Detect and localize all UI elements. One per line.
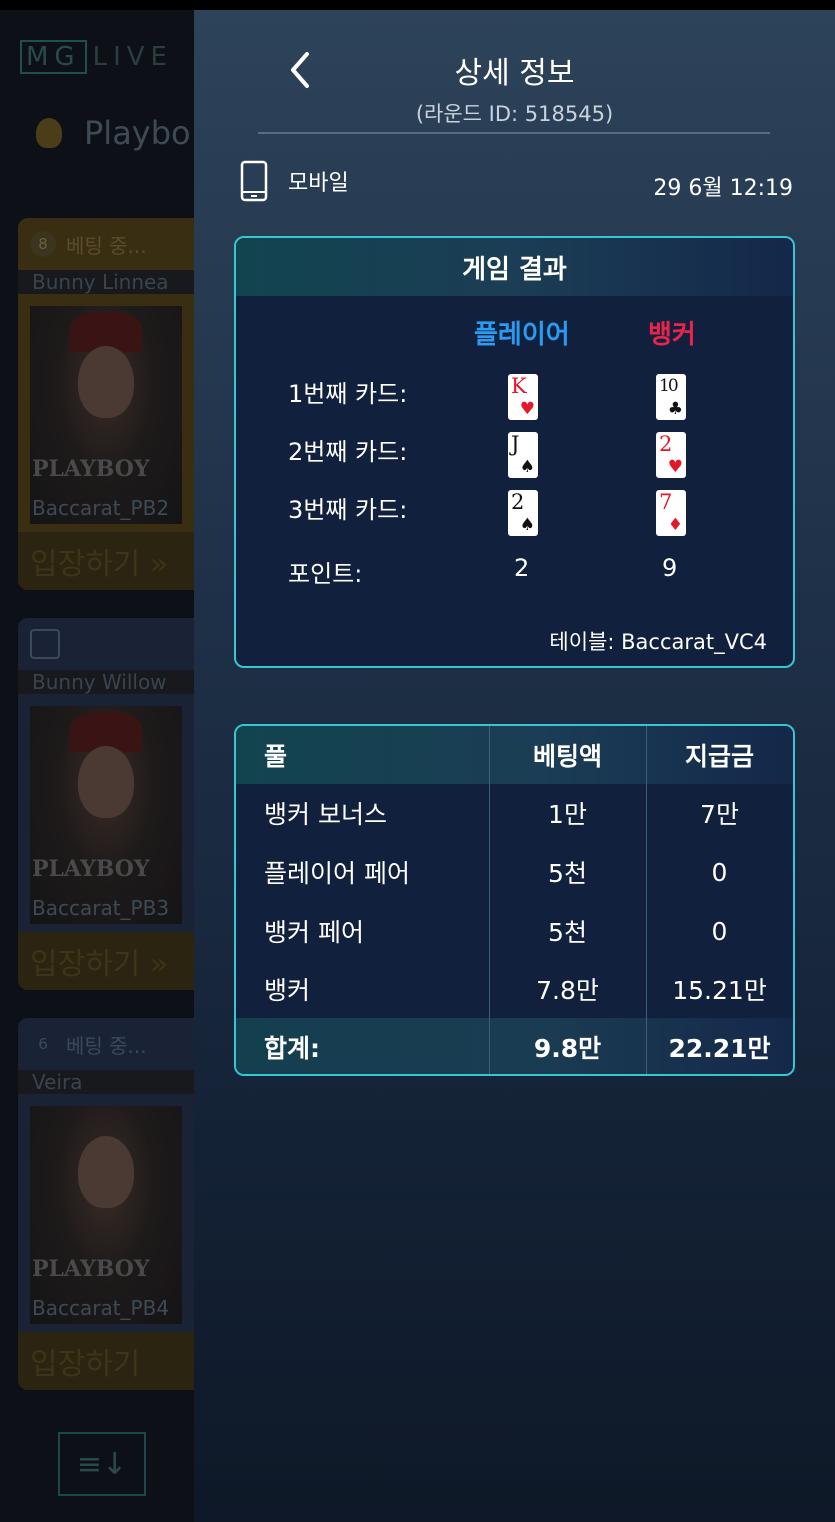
lobby-brand-label: Playbo (84, 114, 191, 152)
round-datetime: 29 6월 12:19 (653, 176, 793, 201)
card-rank: 2 (659, 432, 673, 456)
banker-card-3: 7 ♦ (656, 490, 686, 536)
heart-suit-icon: ♥ (519, 399, 535, 419)
table-tile[interactable]: Bunny Willow PLAYBOY Baccarat_PB3 입장하기 » (18, 618, 194, 990)
card-rank: 2 (511, 490, 525, 514)
pool-name: 뱅커 (264, 976, 311, 1005)
tile-table-name: Baccarat_PB2 (32, 496, 170, 520)
diamond-suit-icon: ♦ (667, 515, 683, 535)
table-name: 테이블: Baccarat_VC4 (549, 630, 767, 654)
payout: 0 (711, 916, 728, 946)
card-rank: K (511, 374, 527, 398)
device-info: 모바일 (240, 160, 349, 202)
total-payout: 22.21만 (668, 1034, 771, 1063)
bet-amount: 7.8만 (536, 976, 599, 1005)
logo-box-text: MG (20, 40, 87, 74)
tile-table-name: Baccarat_PB3 (32, 896, 170, 920)
page-title: 상세 정보 (454, 56, 575, 91)
table-row: 뱅커 페어 5천 0 (236, 902, 793, 960)
card-rank: 10 (659, 376, 679, 396)
playboy-watermark: PLAYBOY (32, 456, 150, 482)
tile-table-name: Baccarat_PB4 (32, 1296, 170, 1320)
bet-table-header: 풀 베팅액 지급금 (236, 726, 793, 784)
banker-card-1: 10 ♣ (656, 374, 686, 420)
tile-status: 베팅 중... (66, 1033, 147, 1058)
card-rank: J (511, 432, 520, 456)
pool-name: 플레이어 페어 (264, 859, 410, 888)
tile-count: 6 (38, 1035, 48, 1053)
bet-table: 풀 베팅액 지급금 뱅커 보너스 1만 7만 플레이어 페어 5천 0 뱅커 페… (234, 724, 795, 1076)
banker-column-header: 뱅커 (648, 320, 696, 350)
player-card-2: J ♠ (508, 432, 538, 478)
banker-card-2: 2 ♥ (656, 432, 686, 478)
player-card-1: K ♥ (508, 374, 538, 420)
tile-dealer-name: Veira (18, 1070, 194, 1094)
tile-count: 8 (30, 231, 56, 257)
card-row-label: 1번째 카드: (288, 380, 408, 408)
card-row-label: 3번째 카드: (288, 496, 408, 524)
bet-amount: 5천 (548, 918, 587, 947)
player-points: 2 (514, 554, 530, 582)
table-tile[interactable]: 8 베팅 중... Bunny Linnea PLAYBOY Baccarat_… (18, 218, 194, 590)
card-rank: 7 (659, 490, 673, 514)
game-result-title: 게임 결과 (236, 238, 793, 296)
table-tile[interactable]: 6 베팅 중... Veira PLAYBOY Baccarat_PB4 입장하… (18, 1018, 194, 1390)
tile-enter-button[interactable]: 입장하기 (18, 1332, 194, 1390)
payout: 15.21만 (672, 976, 767, 1005)
tile-dealer-name: Bunny Willow (18, 670, 194, 694)
lobby-background: MG LIVE Playbo 8 베팅 중... Bunny Linnea PL… (0, 10, 194, 1522)
dealer-photo (30, 1106, 182, 1324)
spade-suit-icon: ♠ (519, 457, 535, 477)
favorite-icon (30, 629, 60, 659)
logo-text: LIVE (92, 42, 173, 72)
pool-name: 뱅커 보너스 (264, 800, 387, 829)
column-divider (646, 726, 647, 1074)
payout: 0 (711, 857, 728, 887)
player-card-3: 2 ♠ (508, 490, 538, 536)
banker-points: 9 (662, 554, 678, 582)
game-result-box: 게임 결과 플레이어 뱅커 1번째 카드: K ♥ 10 ♣ 2번째 카드: J… (234, 236, 795, 668)
header-pool: 풀 (264, 742, 288, 771)
column-divider (489, 726, 490, 1074)
table-row: 뱅커 7.8만 15.21만 (236, 960, 793, 1018)
dealer-photo (30, 706, 182, 924)
bet-amount: 5천 (548, 859, 587, 888)
bet-amount: 1만 (548, 800, 587, 829)
table-row: 뱅커 보너스 1만 7만 (236, 784, 793, 842)
bunny-icon (36, 118, 62, 148)
lobby-brand: Playbo (36, 114, 191, 152)
header-bet-amount: 베팅액 (532, 742, 602, 771)
mg-live-logo: MG LIVE (20, 40, 173, 74)
mobile-phone-icon (240, 160, 268, 202)
total-label: 합계: (264, 1034, 320, 1063)
tile-header (18, 618, 194, 670)
device-label: 모바일 (288, 171, 349, 196)
heart-suit-icon: ♥ (667, 457, 683, 477)
table-row: 플레이어 페어 5천 0 (236, 843, 793, 901)
bet-table-total: 합계: 9.8만 22.21만 (236, 1018, 793, 1074)
spade-suit-icon: ♠ (519, 515, 535, 535)
tile-header: 8 베팅 중... (18, 218, 194, 270)
points-label: 포인트: (288, 560, 363, 588)
tile-header: 6 베팅 중... (18, 1018, 194, 1070)
dealer-photo (30, 306, 182, 524)
tile-status: 베팅 중... (66, 233, 147, 258)
tile-enter-button[interactable]: 입장하기 » (18, 532, 194, 590)
playboy-watermark: PLAYBOY (32, 856, 150, 882)
header-divider (258, 132, 770, 134)
pool-name: 뱅커 페어 (264, 918, 364, 947)
round-id: (라운드 ID: 518545) (415, 102, 614, 126)
sort-icon[interactable]: ≡↓ (58, 1432, 146, 1496)
card-row-label: 2번째 카드: (288, 438, 408, 466)
payout: 7만 (700, 800, 739, 829)
tile-enter-button[interactable]: 입장하기 » (18, 932, 194, 990)
total-bet-amount: 9.8만 (533, 1034, 602, 1063)
detail-panel: 상세 정보 (라운드 ID: 518545) 모바일 29 6월 12:19 게… (194, 10, 835, 1522)
player-column-header: 플레이어 (474, 320, 570, 350)
club-suit-icon: ♣ (667, 399, 683, 419)
playboy-watermark: PLAYBOY (32, 1256, 150, 1282)
tile-dealer-name: Bunny Linnea (18, 270, 194, 294)
status-bar (0, 0, 835, 10)
header-payout: 지급금 (684, 742, 754, 771)
